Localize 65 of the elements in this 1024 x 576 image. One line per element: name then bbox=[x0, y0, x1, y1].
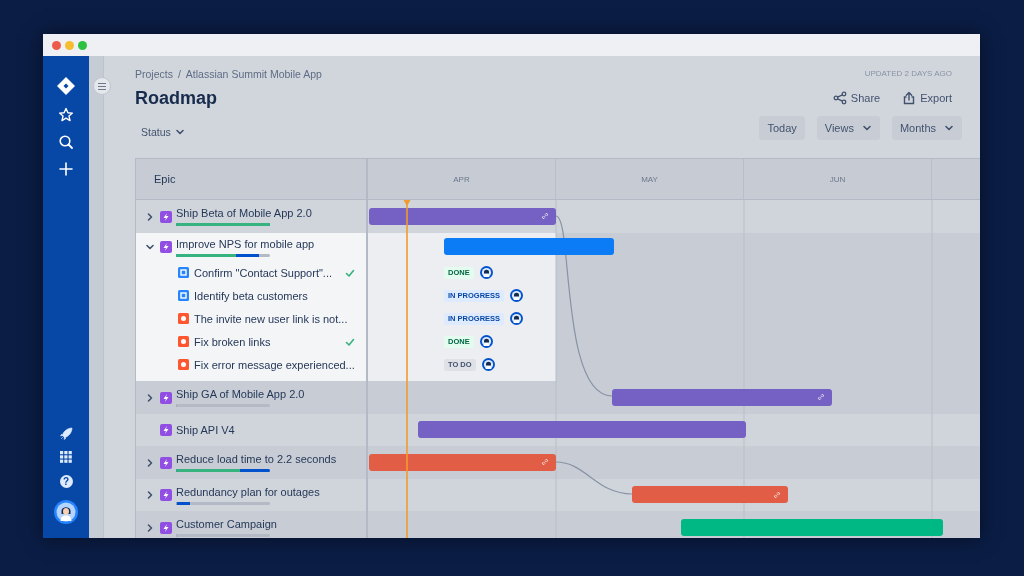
updated-label: UPDATED 2 DAYS AGO bbox=[864, 68, 952, 80]
export-button[interactable]: Export bbox=[902, 91, 952, 105]
link-icon[interactable] bbox=[772, 489, 782, 500]
dot-icon bbox=[178, 336, 189, 347]
dot-icon bbox=[178, 359, 189, 370]
lightning-icon bbox=[160, 521, 172, 534]
share-icon bbox=[832, 91, 847, 105]
chevron-down-icon[interactable] bbox=[145, 242, 155, 252]
square-icon bbox=[178, 267, 189, 278]
upload-icon bbox=[902, 91, 917, 105]
breadcrumb-separator: / bbox=[177, 67, 181, 81]
lightning-icon bbox=[160, 391, 172, 404]
view-dropdown[interactable]: Months bbox=[891, 116, 962, 140]
avatar-icon bbox=[479, 335, 493, 348]
avatar-icon[interactable] bbox=[54, 500, 78, 524]
star-icon[interactable] bbox=[58, 107, 74, 123]
epic-title[interactable]: Ship Beta of Mobile App 2.0 bbox=[176, 207, 312, 219]
breadcrumb-link[interactable]: Atlassian Summit Mobile App bbox=[185, 67, 322, 81]
dot-icon bbox=[178, 313, 189, 324]
lightning-icon bbox=[160, 424, 172, 436]
share-button[interactable]: Share bbox=[832, 91, 881, 105]
month-header: APR bbox=[368, 159, 556, 199]
menu-icon bbox=[98, 82, 106, 90]
chevron-down-icon bbox=[861, 123, 872, 133]
lightning-icon bbox=[160, 241, 172, 253]
timeline-bar[interactable] bbox=[612, 388, 832, 406]
timeline-bar[interactable] bbox=[369, 453, 556, 471]
chevron-down-icon bbox=[944, 123, 954, 133]
chevron-right-icon[interactable] bbox=[145, 457, 155, 468]
chevron-right-icon[interactable] bbox=[145, 392, 155, 403]
month-header: JUN bbox=[744, 159, 932, 199]
timeline-bar[interactable] bbox=[369, 207, 556, 225]
apps-grid-icon[interactable] bbox=[60, 451, 72, 463]
today-button[interactable]: Today bbox=[759, 116, 805, 140]
lightning-icon bbox=[160, 210, 172, 223]
maximize-button[interactable] bbox=[78, 40, 87, 50]
lightning-icon bbox=[160, 489, 172, 501]
square-icon bbox=[178, 290, 189, 301]
chevron-right-icon[interactable] bbox=[145, 211, 155, 222]
page-title: Roadmap bbox=[135, 87, 218, 109]
help-button[interactable]: ? bbox=[59, 475, 73, 488]
avatar-icon bbox=[481, 358, 495, 371]
rocket-icon[interactable] bbox=[59, 427, 73, 441]
epic-title[interactable]: Customer Campaign bbox=[176, 518, 277, 530]
panel-toggle-button[interactable] bbox=[93, 77, 111, 95]
avatar-icon bbox=[510, 312, 524, 325]
chevron-right-icon[interactable] bbox=[145, 522, 155, 533]
lightning-icon bbox=[160, 456, 172, 469]
plus-icon[interactable] bbox=[58, 161, 74, 177]
chevron-down-icon bbox=[174, 127, 185, 137]
logo-icon[interactable] bbox=[56, 76, 76, 96]
link-icon[interactable] bbox=[540, 211, 550, 221]
month-header: MAY bbox=[556, 159, 744, 199]
epic-title[interactable]: Redundancy plan for outages bbox=[176, 485, 320, 498]
epic-title[interactable]: Ship API V4 bbox=[176, 424, 235, 436]
filter-dropdown[interactable]: Status bbox=[135, 122, 191, 142]
avatar-icon bbox=[510, 289, 524, 302]
breadcrumb-link[interactable]: Projects bbox=[135, 67, 173, 81]
close-button[interactable] bbox=[52, 40, 61, 50]
avatar-icon bbox=[479, 266, 493, 279]
chevron-right-icon[interactable] bbox=[145, 490, 155, 500]
search-icon[interactable] bbox=[58, 134, 74, 150]
link-icon[interactable] bbox=[540, 457, 550, 467]
link-icon[interactable] bbox=[816, 392, 826, 402]
view-dropdown[interactable]: Views bbox=[816, 116, 880, 140]
